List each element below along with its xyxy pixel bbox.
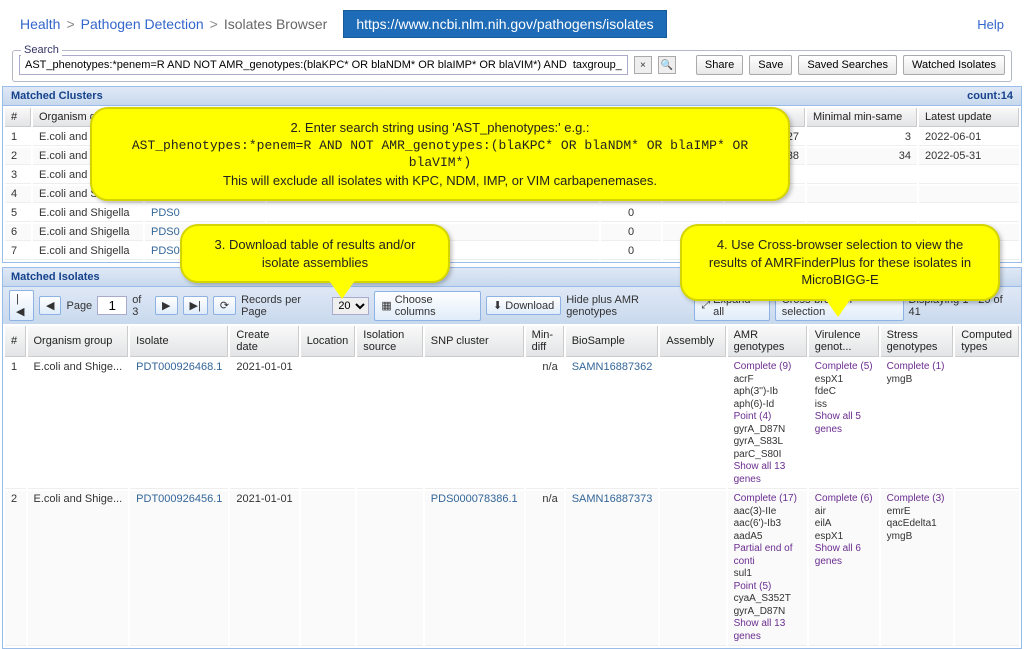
search-input[interactable] (19, 55, 628, 75)
table-row[interactable]: 2E.coli and Shige...PDT000926456.12021-0… (5, 491, 1019, 646)
matched-isolates-table: # Organism group Isolate Create date Loc… (2, 324, 1022, 649)
search-icon[interactable]: 🔍 (658, 56, 676, 74)
page-input[interactable] (97, 296, 127, 315)
chevron-right-icon: > (210, 16, 218, 32)
chevron-right-icon: > (66, 16, 74, 32)
matched-clusters-header: Matched Clusters count:14 (2, 86, 1022, 106)
refresh-icon[interactable]: ⟳ (213, 296, 236, 315)
choose-columns-button[interactable]: ▦Choose columns (374, 291, 481, 321)
clear-icon[interactable]: × (634, 56, 652, 74)
saved-searches-button[interactable]: Saved Searches (798, 55, 897, 75)
search-label: Search (21, 44, 62, 56)
save-button[interactable]: Save (749, 55, 792, 75)
col-idx[interactable]: # (5, 108, 31, 127)
breadcrumb: Health > Pathogen Detection > Isolates B… (0, 0, 1024, 48)
prev-page-icon[interactable]: ◀ (39, 296, 61, 315)
next-page-icon[interactable]: ▶ (155, 296, 177, 315)
callout-step3: 3. Download table of results and/or isol… (180, 224, 450, 283)
last-page-icon[interactable]: ▶| (183, 296, 208, 315)
columns-icon: ▦ (381, 299, 391, 312)
breadcrumb-pathogen[interactable]: Pathogen Detection (81, 16, 204, 32)
col-latest[interactable]: Latest update (919, 108, 1019, 127)
callout-step4: 4. Use Cross-browser selection to view t… (680, 224, 1000, 301)
first-page-icon[interactable]: |◀ (9, 290, 34, 321)
download-icon: ⬇ (493, 299, 502, 312)
download-button[interactable]: ⬇Download (486, 296, 561, 315)
share-button[interactable]: Share (696, 55, 743, 75)
hide-plus-amr-link[interactable]: Hide plus AMR genotypes (566, 294, 689, 318)
url-badge: https://www.ncbi.nlm.nih.gov/pathogens/i… (343, 10, 666, 38)
expand-icon: ⤢ (701, 299, 710, 312)
callout-step2: 2. Enter search string using 'AST_phenot… (90, 107, 790, 201)
breadcrumb-health[interactable]: Health (20, 16, 60, 32)
table-row[interactable]: 5E.coli and ShigellaPDS00 (5, 205, 1019, 222)
search-panel: Search × 🔍 Share Save Saved Searches Wat… (12, 50, 1012, 82)
help-link[interactable]: Help (977, 17, 1004, 32)
watched-isolates-button[interactable]: Watched Isolates (903, 55, 1005, 75)
table-row[interactable]: 1E.coli and Shige...PDT000926468.12021-0… (5, 359, 1019, 489)
col-minsame[interactable]: Minimal min-same (807, 108, 917, 127)
breadcrumb-current: Isolates Browser (224, 16, 327, 32)
records-per-page-select[interactable]: 20 (332, 297, 369, 315)
